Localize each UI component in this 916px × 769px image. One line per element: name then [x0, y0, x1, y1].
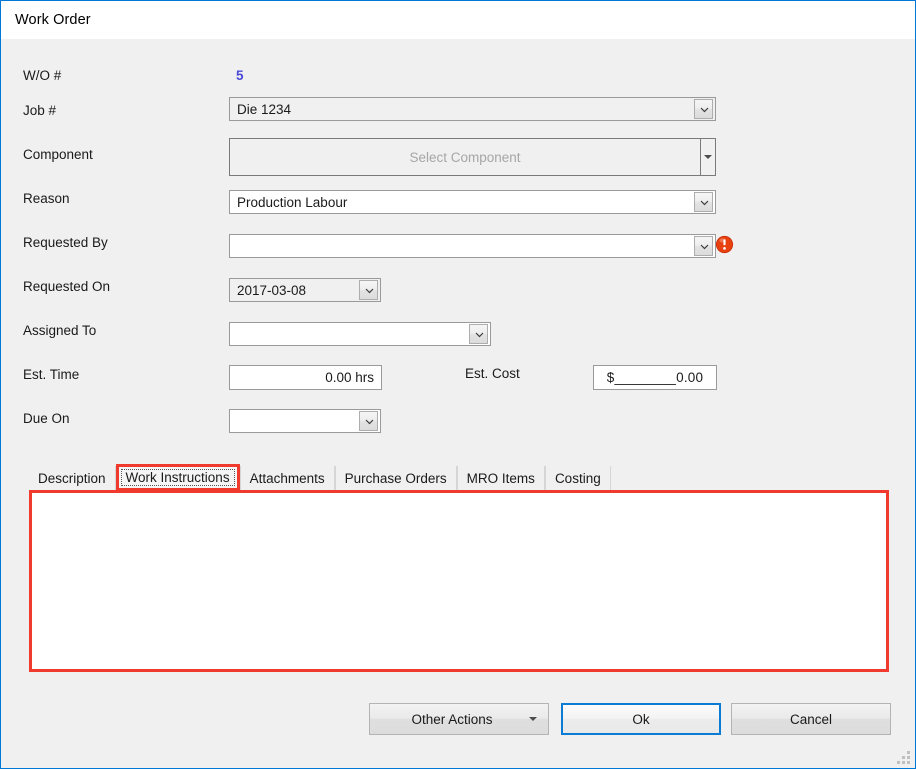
job-number-value: Die 1234	[237, 101, 292, 117]
tab-costing[interactable]: Costing	[544, 466, 611, 490]
chevron-down-icon[interactable]	[359, 411, 378, 431]
label-due-on: Due On	[23, 411, 70, 426]
wo-number-value[interactable]: 5	[236, 68, 244, 83]
label-component: Component	[23, 147, 93, 162]
reason-value: Production Labour	[237, 194, 348, 210]
label-assigned-to: Assigned To	[23, 323, 97, 338]
tab-work-instructions[interactable]: Work Instructions	[115, 464, 240, 491]
chevron-down-icon[interactable]	[359, 280, 378, 300]
chevron-down-icon[interactable]	[694, 192, 713, 212]
error-exclamation-icon[interactable]	[715, 235, 734, 254]
requested-by-combobox[interactable]	[229, 234, 716, 258]
tab-label: Description	[38, 470, 106, 486]
chevron-down-icon[interactable]	[469, 324, 488, 344]
window-title: Work Order	[15, 12, 91, 28]
other-actions-button[interactable]: Other Actions	[369, 703, 549, 735]
component-picker[interactable]: Select Component	[229, 138, 716, 176]
ok-label: Ok	[632, 711, 650, 727]
label-requested-on: Requested On	[23, 279, 111, 294]
est-time-input[interactable]: 0.00 hrs	[229, 365, 382, 390]
tab-label: Attachments	[249, 470, 325, 486]
other-actions-label: Other Actions	[411, 711, 493, 727]
tab-label: Purchase Orders	[344, 470, 447, 486]
dialog-client-area: W/O # 5 Job # Die 1234 Component Select …	[1, 39, 915, 768]
label-est-cost: Est. Cost	[465, 366, 520, 381]
tab-attachments[interactable]: Attachments	[239, 466, 335, 490]
tab-purchase-orders[interactable]: Purchase Orders	[334, 466, 457, 490]
chevron-down-icon[interactable]	[518, 717, 548, 721]
cancel-label: Cancel	[789, 711, 833, 727]
label-requested-by: Requested By	[23, 235, 108, 250]
tab-mro-items[interactable]: MRO Items	[456, 466, 545, 490]
requested-on-value: 2017-03-08	[237, 282, 307, 298]
work-instructions-editor[interactable]	[29, 490, 889, 672]
chevron-down-icon[interactable]	[694, 236, 713, 256]
component-dropdown-icon[interactable]	[700, 139, 715, 175]
tab-description[interactable]: Description	[29, 466, 116, 490]
est-time-value: 0.00 hrs	[325, 370, 374, 385]
tab-label: MRO Items	[466, 470, 535, 486]
title-bar: Work Order	[1, 1, 915, 39]
tab-strip: Description Work Instructions Attachment…	[29, 464, 611, 491]
work-order-dialog: Work Order W/O # 5 Job # Die 1234 Compon…	[0, 0, 916, 769]
job-number-combobox[interactable]: Die 1234	[229, 97, 716, 121]
ok-button[interactable]: Ok	[561, 703, 721, 735]
tab-label: Work Instructions	[125, 470, 230, 485]
requested-on-datepicker[interactable]: 2017-03-08	[229, 278, 381, 302]
label-est-time: Est. Time	[23, 367, 80, 382]
assigned-to-combobox[interactable]	[229, 322, 491, 346]
est-cost-input[interactable]: $________0.00	[593, 365, 717, 390]
label-job-number: Job #	[23, 103, 57, 118]
resize-grip[interactable]	[897, 751, 911, 765]
est-cost-value: $________0.00	[606, 370, 704, 385]
chevron-down-icon[interactable]	[694, 99, 713, 119]
label-reason: Reason	[23, 191, 70, 206]
due-on-datepicker[interactable]	[229, 409, 381, 433]
tab-label: Costing	[554, 470, 601, 486]
component-placeholder: Select Component	[409, 149, 521, 165]
reason-combobox[interactable]: Production Labour	[229, 190, 716, 214]
cancel-button[interactable]: Cancel	[731, 703, 891, 735]
label-wo-number: W/O #	[23, 68, 62, 83]
